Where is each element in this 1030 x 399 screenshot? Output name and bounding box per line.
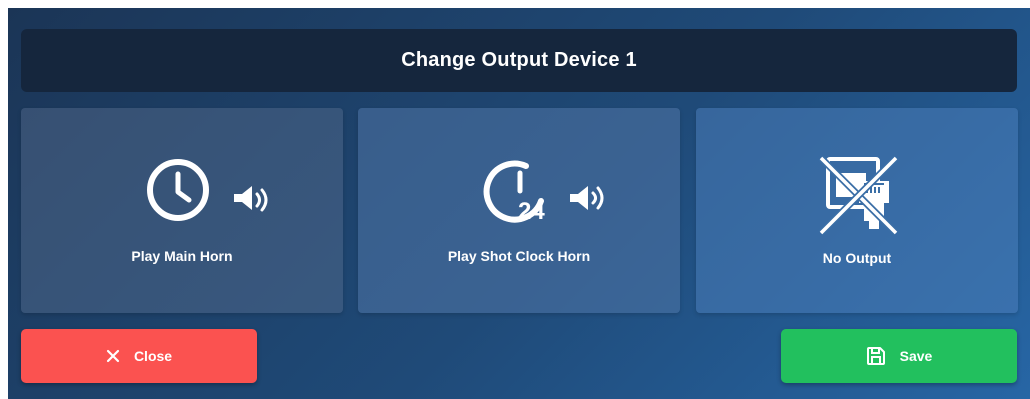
option-no-output[interactable]: No Output: [696, 108, 1018, 313]
change-output-dialog: Change Output Device 1 Play Main Horn 24…: [8, 8, 1030, 399]
option-label: Play Main Horn: [131, 248, 233, 264]
dialog-title-bar: Change Output Device 1: [21, 29, 1017, 92]
option-play-main-horn[interactable]: Play Main Horn: [21, 108, 343, 313]
network-port-disabled-icon: [818, 155, 899, 236]
dialog-title: Change Output Device 1: [401, 49, 637, 71]
save-button[interactable]: Save: [781, 329, 1017, 383]
close-button[interactable]: Close: [21, 329, 257, 383]
option-play-shot-clock-horn[interactable]: 24 Play Shot Clock Horn: [358, 108, 680, 313]
save-button-label: Save: [899, 348, 933, 364]
option-icon-group: [21, 153, 343, 233]
option-icon-group: [696, 153, 1018, 236]
speaker-icon: [234, 186, 268, 212]
shot-clock-24-icon: 24: [483, 160, 545, 225]
option-label: Play Shot Clock Horn: [447, 248, 591, 264]
floppy-disk-icon: [866, 346, 886, 366]
clock-icon: [147, 159, 209, 221]
option-label: No Output: [822, 250, 892, 266]
x-icon: [106, 349, 120, 363]
close-button-label: Close: [133, 348, 173, 364]
shot-clock-24-text: 24: [518, 198, 545, 225]
speaker-icon: [570, 186, 604, 210]
option-icon-group: 24: [358, 153, 680, 233]
